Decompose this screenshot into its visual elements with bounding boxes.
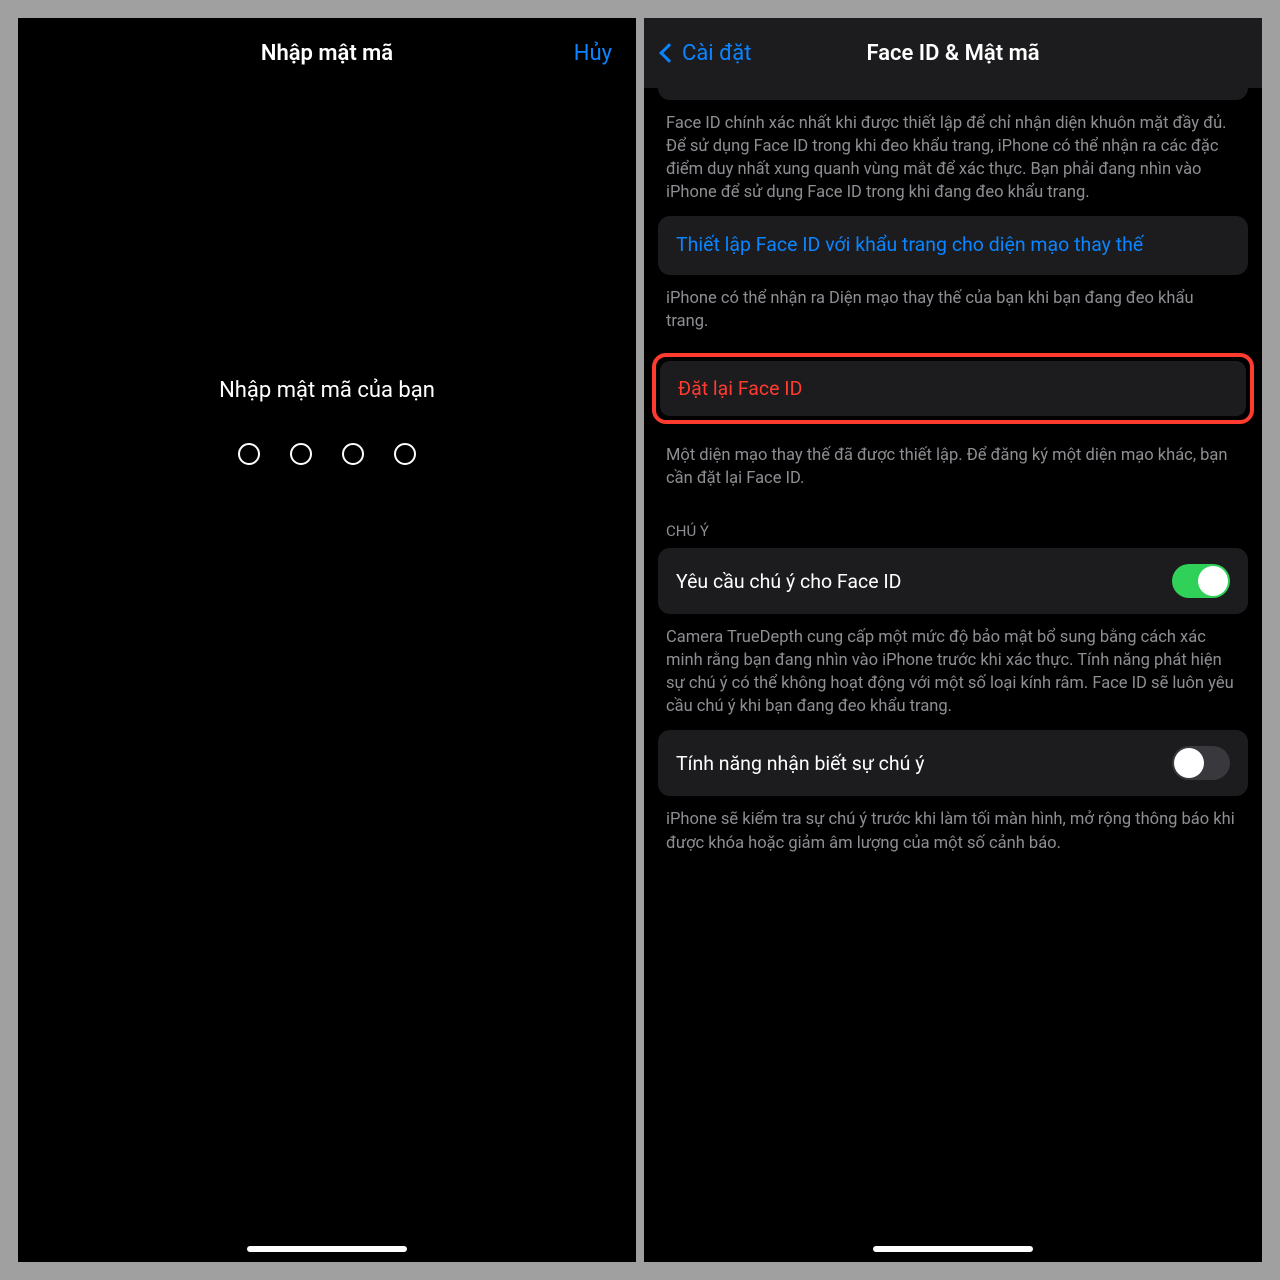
passcode-prompt: Nhập mật mã của bạn <box>219 378 435 403</box>
description-text: iPhone sẽ kiểm tra sự chú ý trước khi là… <box>644 796 1262 866</box>
reset-faceid-button[interactable]: Đặt lại Face ID <box>660 361 1246 416</box>
description-text: Một diện mạo thay thế đã được thiết lập.… <box>644 432 1262 502</box>
cell-label: Yêu cầu chú ý cho Face ID <box>676 570 901 593</box>
back-label: Cài đặt <box>682 41 751 66</box>
description-text: iPhone có thể nhận ra Diện mạo thay thế … <box>644 275 1262 345</box>
settings-content[interactable]: Face ID chính xác nhất khi được thiết lậ… <box>644 88 1262 1262</box>
settings-screen: Cài đặt Face ID & Mật mã Face ID chính x… <box>644 18 1262 1262</box>
toggle-knob <box>1174 748 1204 778</box>
passcode-dot <box>238 443 260 465</box>
home-indicator[interactable] <box>247 1246 407 1252</box>
highlighted-row: Đặt lại Face ID <box>652 353 1254 424</box>
cell-fragment <box>658 88 1248 100</box>
passcode-dot <box>290 443 312 465</box>
cell-label: Đặt lại Face ID <box>678 377 802 400</box>
passcode-dot <box>394 443 416 465</box>
cell-label: Thiết lập Face ID với khẩu trang cho diệ… <box>676 232 1143 258</box>
passcode-body: Nhập mật mã của bạn <box>18 88 636 1262</box>
passcode-header: Nhập mật mã Hủy <box>18 18 636 88</box>
page-title: Face ID & Mật mã <box>866 41 1039 66</box>
cancel-button[interactable]: Hủy <box>574 41 612 66</box>
description-text: Face ID chính xác nhất khi được thiết lậ… <box>644 100 1262 216</box>
passcode-dot <box>342 443 364 465</box>
attention-aware-row[interactable]: Tính năng nhận biết sự chú ý <box>658 730 1248 796</box>
require-attention-row[interactable]: Yêu cầu chú ý cho Face ID <box>658 548 1248 614</box>
passcode-title: Nhập mật mã <box>261 41 393 66</box>
toggle-knob <box>1198 566 1228 596</box>
passcode-dots <box>238 443 416 465</box>
attention-aware-toggle[interactable] <box>1172 746 1230 780</box>
setup-faceid-mask-button[interactable]: Thiết lập Face ID với khẩu trang cho diệ… <box>658 216 1248 274</box>
passcode-screen: Nhập mật mã Hủy Nhập mật mã của bạn <box>18 18 636 1262</box>
home-indicator[interactable] <box>873 1246 1033 1252</box>
cell-label: Tính năng nhận biết sự chú ý <box>676 752 924 775</box>
section-header: CHÚ Ý <box>644 502 1262 548</box>
require-attention-toggle[interactable] <box>1172 564 1230 598</box>
description-text: Camera TrueDepth cung cấp một mức độ bảo… <box>644 614 1262 730</box>
back-button[interactable]: Cài đặt <box>662 41 751 66</box>
chevron-left-icon <box>659 43 679 63</box>
settings-header: Cài đặt Face ID & Mật mã <box>644 18 1262 88</box>
